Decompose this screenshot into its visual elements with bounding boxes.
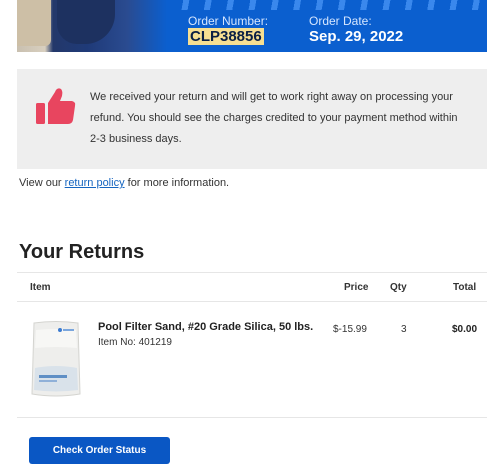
order-date-label: Order Date:: [309, 14, 372, 28]
divider: [17, 272, 487, 273]
product-name: Pool Filter Sand, #20 Grade Silica, 50 l…: [98, 321, 314, 333]
order-date-value: Sep. 29, 2022: [309, 28, 404, 45]
column-header-item: Item: [30, 282, 51, 293]
order-number-label: Order Number:: [188, 14, 269, 28]
policy-line: View our return policy for more informat…: [19, 177, 229, 189]
return-notice: We received your return and will get to …: [17, 69, 487, 169]
order-number: CLP38856: [188, 28, 264, 45]
product-price: $-15.99: [333, 324, 367, 335]
return-policy-link[interactable]: return policy: [65, 177, 125, 189]
order-number-value: CLP38856: [188, 28, 264, 45]
divider: [17, 417, 487, 418]
notice-message: We received your return and will get to …: [90, 91, 458, 145]
divider: [17, 301, 487, 302]
column-header-price: Price: [344, 282, 369, 293]
thumbs-up-icon: [36, 88, 76, 124]
returns-title: Your Returns: [19, 241, 145, 263]
policy-suffix: for more information.: [124, 177, 230, 189]
policy-prefix: View our: [19, 177, 65, 189]
product-item-number: Item No: 401219: [98, 337, 172, 348]
product-total: $0.00: [452, 324, 478, 335]
hero-person-shape: [57, 0, 115, 44]
product-qty: 3: [401, 324, 407, 335]
hero-photo: [17, 0, 167, 52]
product-image: [31, 321, 81, 397]
column-header-qty: Qty: [390, 282, 407, 293]
hero-stripes: [167, 0, 487, 10]
hero-box-shape: [17, 0, 51, 46]
hero-banner: Order Number: CLP38856 Order Date: Sep. …: [17, 0, 487, 52]
check-order-status-button[interactable]: Check Order Status: [29, 437, 170, 464]
column-header-total: Total: [453, 282, 477, 293]
